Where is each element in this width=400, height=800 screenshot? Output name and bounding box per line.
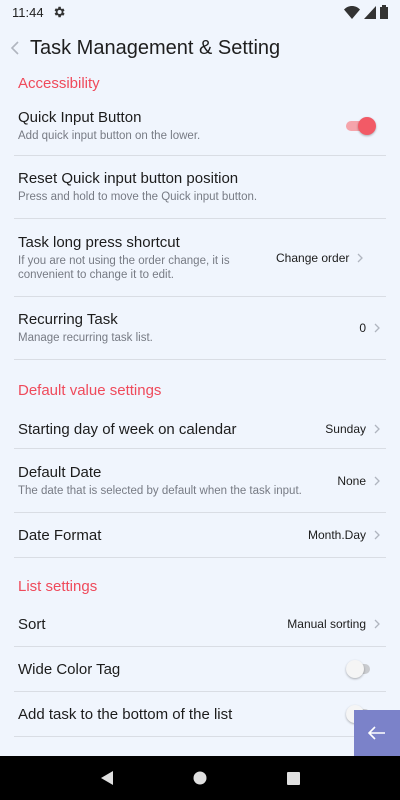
row-recurring-task[interactable]: Recurring Task Manage recurring task lis…: [14, 297, 386, 360]
long-press-sub: If you are not using the order change, i…: [18, 254, 230, 281]
chevron-left-icon: [10, 41, 19, 55]
recurring-sub: Manage recurring task list.: [18, 332, 153, 344]
row-sort[interactable]: Sort Manual sorting: [14, 602, 386, 647]
row-date-format[interactable]: Date Format Month.Day: [14, 513, 386, 558]
date-format-label: Date Format: [18, 526, 102, 544]
wifi-icon: [344, 5, 360, 19]
page-title: Task Management & Setting: [30, 36, 281, 59]
sort-value: Manual sorting: [287, 617, 366, 631]
row-quick-input-button[interactable]: Quick Input Button Add quick input butto…: [14, 96, 386, 156]
recurring-label: Recurring Task: [18, 311, 118, 328]
start-day-label: Starting day of week on calendar: [18, 420, 237, 438]
status-time: 11:44: [12, 4, 44, 20]
chevron-right-icon: [374, 424, 380, 434]
row-default-date[interactable]: Default Date The date that is selected b…: [14, 449, 386, 513]
start-day-value: Sunday: [325, 422, 366, 436]
section-accessibility: Accessibility: [18, 75, 100, 92]
chevron-right-icon: [374, 476, 380, 485]
wide-color-label: Wide Color Tag: [18, 660, 121, 678]
recurring-value: 0: [359, 321, 366, 335]
settings-list: Accessibility Quick Input Button Add qui…: [0, 72, 400, 737]
row-reset-position[interactable]: Reset Quick input button position Press …: [14, 156, 386, 219]
circle-home-icon[interactable]: [193, 771, 207, 785]
default-date-sub: The date that is selected by default whe…: [18, 484, 302, 497]
row-add-to-bottom[interactable]: Add task to the bottom of the list: [14, 692, 386, 737]
gear-icon: [54, 6, 65, 18]
row-long-press-shortcut[interactable]: Task long press shortcut If you are not …: [14, 219, 386, 297]
back-button[interactable]: [0, 24, 30, 72]
quick-input-label: Quick Input Button: [18, 108, 142, 126]
default-date-label: Default Date: [18, 463, 102, 481]
status-bar: 11:44: [0, 0, 400, 24]
app-bar: Task Management & Setting: [0, 24, 400, 72]
section-default-values: Default value settings: [18, 382, 162, 399]
quick-input-toggle[interactable]: [346, 116, 376, 136]
sort-label: Sort: [18, 615, 46, 633]
system-nav-bar: [0, 756, 400, 800]
chevron-right-icon: [357, 253, 364, 262]
chevron-right-icon: [374, 530, 380, 540]
row-starting-day[interactable]: Starting day of week on calendar Sunday: [14, 410, 386, 449]
chevron-right-icon: [374, 323, 380, 333]
date-format-value: Month.Day: [307, 528, 366, 542]
reset-position-sub: Press and hold to move the Quick input b…: [18, 191, 258, 203]
long-press-label: Task long press shortcut: [18, 233, 180, 251]
triangle-back-icon[interactable]: [100, 770, 114, 786]
quick-input-sub: Add quick input button on the lower.: [18, 129, 201, 142]
row-wide-color-tag[interactable]: Wide Color Tag: [14, 647, 386, 692]
arrow-left-icon: [368, 726, 385, 740]
battery-icon: [380, 5, 388, 19]
chevron-right-icon: [374, 619, 380, 629]
square-recents-icon[interactable]: [287, 771, 301, 785]
default-date-value: None: [337, 473, 366, 488]
wide-color-toggle[interactable]: [346, 659, 376, 679]
long-press-value: Change order: [276, 250, 350, 265]
signal-icon: [364, 5, 376, 19]
quick-input-fab[interactable]: [354, 710, 400, 756]
reset-position-label: Reset Quick input button position: [18, 170, 239, 187]
add-bottom-label: Add task to the bottom of the list: [18, 705, 233, 723]
section-list-settings: List settings: [18, 578, 98, 595]
